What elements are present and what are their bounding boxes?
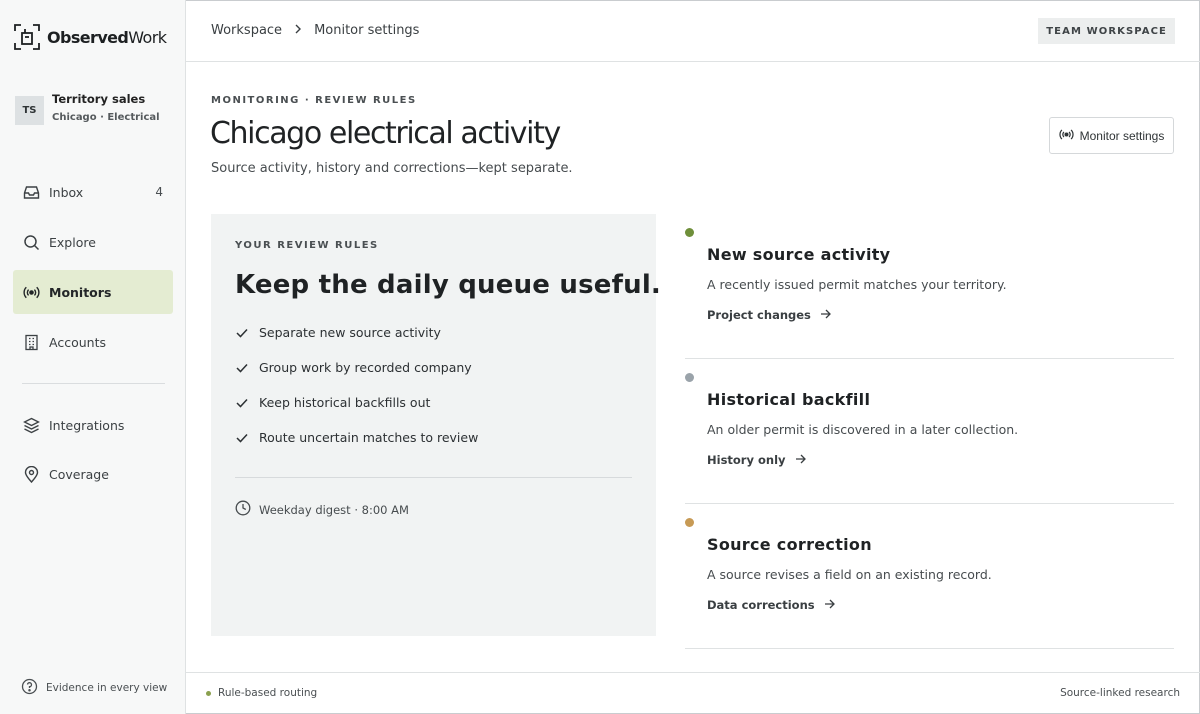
rule-list: Separate new source activity Group work … <box>235 325 478 465</box>
search-icon <box>23 234 40 251</box>
team-name: Territory sales <box>52 92 146 106</box>
help-icon <box>21 678 38 698</box>
logo-light: Work <box>128 27 167 47</box>
event-link-label: History only <box>707 453 786 467</box>
breadcrumb: Workspace Monitor settings <box>211 23 419 38</box>
list-item: Route uncertain matches to review <box>235 430 478 465</box>
clock-icon <box>235 500 251 519</box>
event-title: Source correction <box>707 535 872 554</box>
event-title: Historical backfill <box>707 390 871 409</box>
sidebar-item-label: Explore <box>49 234 96 250</box>
digest-text: Weekday digest · 8:00 AM <box>259 502 409 517</box>
sidebar-item-explore[interactable]: Explore <box>13 220 173 264</box>
sidebar-footer-text: Evidence in every view <box>46 682 168 694</box>
page-subtitle: Source activity, history and corrections… <box>211 161 573 176</box>
data-corrections-link[interactable]: Data corrections <box>707 598 835 612</box>
broadcast-icon <box>23 284 40 301</box>
sidebar-item-coverage[interactable]: Coverage <box>13 452 173 496</box>
rules-eyebrow: YOUR REVIEW RULES <box>235 240 379 251</box>
event-description: A source revises a field on an existing … <box>707 567 992 582</box>
arrow-right-icon <box>820 308 831 322</box>
rules-title: Keep the daily queue useful. <box>235 270 662 300</box>
sidebar-item-accounts[interactable]: Accounts <box>13 320 173 364</box>
list-item: Historical backfill An older permit is d… <box>685 359 1174 504</box>
list-item: New source activity A recently issued pe… <box>685 214 1174 359</box>
status-dot <box>206 690 211 696</box>
rule-text: Route uncertain matches to review <box>259 430 479 445</box>
sidebar-divider <box>22 383 165 384</box>
inbox-icon <box>23 184 40 201</box>
routing-status-text: Rule-based routing <box>218 687 318 699</box>
status-bar: Rule-based routing Source-linked researc… <box>186 672 1200 714</box>
sidebar-item-monitors[interactable]: Monitors <box>13 270 173 314</box>
sidebar-item-label: Accounts <box>49 334 106 350</box>
check-icon <box>235 431 249 445</box>
project-changes-link[interactable]: Project changes <box>707 308 831 322</box>
page-eyebrow: MONITORING · REVIEW RULES <box>211 95 417 106</box>
sidebar-footer[interactable]: Evidence in every view <box>21 678 167 698</box>
rule-text: Keep historical backfills out <box>259 395 431 410</box>
sidebar-item-label: Monitors <box>49 284 112 300</box>
event-link-label: Project changes <box>707 308 811 322</box>
team-switcher[interactable]: TS Territory sales Chicago · Electrical <box>15 92 160 125</box>
sidebar-item-label: Inbox <box>49 184 84 200</box>
map-pin-icon <box>23 465 40 483</box>
chevron-right-icon <box>294 23 302 38</box>
arrow-right-icon <box>795 453 806 467</box>
sidebar: ObservedWork TS Territory sales Chicago … <box>0 0 186 714</box>
history-only-link[interactable]: History only <box>707 453 806 467</box>
event-description: A recently issued permit matches your te… <box>707 277 1007 292</box>
monitor-settings-button[interactable]: Monitor settings <box>1049 117 1174 154</box>
broadcast-icon <box>1059 127 1074 145</box>
event-link-label: Data corrections <box>707 598 815 612</box>
logo-bold: Observed <box>47 27 129 47</box>
status-dot <box>685 228 694 237</box>
breadcrumb-current: Monitor settings <box>314 23 420 38</box>
logo-mark-icon <box>14 24 40 50</box>
monitor-settings-label: Monitor settings <box>1079 128 1165 143</box>
page-title: Chicago electrical activity <box>210 116 561 151</box>
workspace-badge: TEAM WORKSPACE <box>1038 18 1175 44</box>
rule-text: Separate new source activity <box>259 325 441 340</box>
review-rules-panel: YOUR REVIEW RULES Keep the daily queue u… <box>211 214 661 636</box>
arrow-right-icon <box>824 598 835 612</box>
topbar: Workspace Monitor settings TEAM WORKSPAC… <box>186 0 1200 62</box>
list-item: Separate new source activity <box>235 325 478 360</box>
sidebar-item-inbox[interactable]: Inbox 4 <box>13 170 173 214</box>
list-item: Group work by recorded company <box>235 360 478 395</box>
layers-icon <box>23 417 40 434</box>
building-icon <box>23 334 40 351</box>
list-item: Source correction A source revises a fie… <box>685 504 1174 649</box>
event-types-list: New source activity A recently issued pe… <box>685 214 1174 649</box>
logo[interactable]: ObservedWork <box>14 24 167 50</box>
avatar: TS <box>15 96 44 125</box>
inbox-count: 4 <box>155 185 163 199</box>
check-icon <box>235 326 249 340</box>
rule-text: Group work by recorded company <box>259 360 472 375</box>
rules-divider <box>235 477 632 478</box>
logo-text: ObservedWork <box>47 27 167 47</box>
footer-tagline: Source-linked research <box>1060 687 1180 699</box>
team-subtitle: Chicago · Electrical <box>52 112 160 123</box>
check-icon <box>235 361 249 375</box>
breadcrumb-workspace[interactable]: Workspace <box>211 23 282 38</box>
status-dot <box>685 518 694 527</box>
routing-status: Rule-based routing <box>206 687 317 699</box>
status-dot <box>685 373 694 382</box>
list-item: Keep historical backfills out <box>235 395 478 430</box>
sidebar-item-label: Coverage <box>49 466 109 482</box>
digest-schedule: Weekday digest · 8:00 AM <box>235 500 409 519</box>
sidebar-item-integrations[interactable]: Integrations <box>13 403 173 447</box>
sidebar-item-label: Integrations <box>49 417 125 433</box>
event-title: New source activity <box>707 245 891 264</box>
event-description: An older permit is discovered in a later… <box>707 422 1019 437</box>
check-icon <box>235 396 249 410</box>
